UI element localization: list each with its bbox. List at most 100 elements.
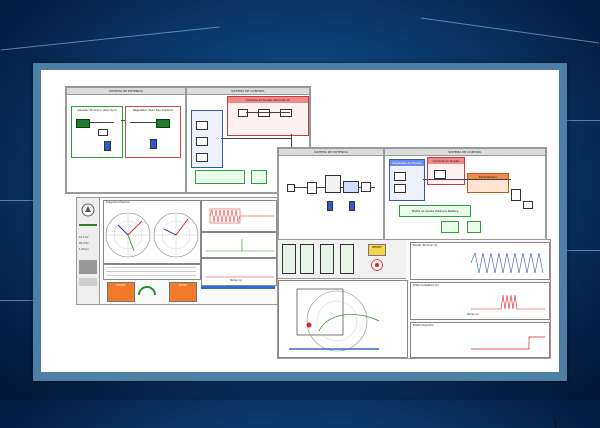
power-system-panel: SISTEMA DE POTENCIA [278,148,384,240]
meter-box [320,244,334,274]
block[interactable] [196,137,208,146]
reset-button[interactable]: RESET [368,244,386,256]
trajectory-plot[interactable] [278,280,408,358]
phasor-plot[interactable]: Diagrama Fasorial [103,200,201,264]
control-system-panel: SISTEMA DE CONTROL Regulador de Tensão C… [384,148,546,240]
transfer-block[interactable] [280,109,292,117]
progress-bar[interactable] [201,286,275,289]
transformer-block[interactable] [325,175,341,193]
voltage-control-subsystem[interactable]: Controle de Tensão [427,157,465,185]
waveform-plot-current[interactable] [201,232,277,258]
subsystem-label: Malha de Ajuste Potência Reativa [411,209,459,213]
slide-canvas: SISTEMA DE POTENCIA Gerador Síncrono (Ge… [41,70,559,428]
block[interactable] [434,170,446,179]
sum-block[interactable] [258,109,270,117]
block[interactable] [394,172,406,181]
dashboard-left: 10.5 kV 60.0 Hz 1.00 pu Diagrama Fasoria… [76,197,278,305]
meter-bar [79,260,97,274]
subsystem-label: Regulador (Gen Syn Control) [132,108,174,112]
stop-button[interactable]: STOP [169,282,197,302]
status-value: 10.5 kV [79,236,89,239]
voltage-regulator-subsystem[interactable]: Regulador de Tensão [389,159,425,201]
subsystem-label: Gerador Síncrono (Gen Syn) [77,108,117,112]
waveform [470,251,544,274]
panel-title: SISTEMA DE CONTROL [385,149,545,156]
wire [246,112,290,113]
block[interactable] [523,201,533,209]
reactive-power-plot[interactable]: Potência Reativa (Q) Tempo (s) [410,282,550,320]
text-cursor [555,419,556,428]
wire [88,122,114,123]
background-streak [420,17,600,44]
meter-bar [79,278,97,286]
meter-box [340,244,354,274]
breaker-block[interactable] [307,182,317,194]
block[interactable] [394,184,406,193]
diagram-top-left: SISTEMA DE POTENCIA Gerador Síncrono (Ge… [65,86,311,194]
background-streak [0,300,36,301]
gain-block[interactable] [238,109,248,117]
trajectory [289,288,380,352]
panel-title: SISTEMA DE CONTROL [187,88,309,95]
power-system-panel: SISTEMA DE POTENCIA Gerador Síncrono (Ge… [66,87,186,193]
green-subsystem[interactable] [467,221,481,233]
regulator-subsystem[interactable]: Regulador (Gen Syn Control) [125,106,181,158]
green-subsystem[interactable] [195,170,245,184]
diagram-top-right: SISTEMA DE POTENCIA SISTEMA DE CONTROL R… [277,147,547,241]
block[interactable] [511,189,521,201]
source-block[interactable] [287,184,295,192]
wire [221,138,291,139]
waveform-plot-status[interactable]: Tempo (s) [201,258,277,286]
table-row [106,275,196,276]
dashboard-right: RESET Tensão Terminal (V) Potência Reati… [277,239,551,359]
subsystem-label: Controle de Tensão [428,158,464,164]
status-bar [79,224,97,226]
gauge-icon [138,286,156,296]
generator-block[interactable] [156,119,170,128]
waveform [471,294,545,310]
scope-block[interactable] [150,139,157,149]
breaker-state-plot[interactable]: Estado Disjuntor [410,322,550,358]
stabilizer-subsystem[interactable]: Estabilizador [467,173,509,193]
scope-block[interactable] [327,201,333,211]
wire [423,179,511,180]
subsystem-label: Controle de Tensão Terminal (V) [228,97,308,103]
waveform [209,208,274,224]
background-streak [565,120,600,121]
scope-block[interactable] [349,201,355,211]
wire [130,122,156,123]
scope-block[interactable] [104,141,111,151]
shield-icon [81,203,95,217]
axis-label: Tempo (s) [467,313,479,316]
measure-block[interactable] [98,129,108,136]
waveform-plot-voltage[interactable] [201,200,277,232]
wire [121,120,125,121]
waveform [471,336,545,350]
slide-frame: SISTEMA DE POTENCIA Gerador Síncrono (Ge… [33,63,567,428]
status-value: 1.00 pu [79,248,89,251]
reactive-power-subsystem[interactable]: Malha de Ajuste Potência Reativa [399,205,471,217]
green-subsystem[interactable] [441,221,459,233]
phasor-diagram [105,212,199,258]
block[interactable] [196,153,208,162]
line-block[interactable] [343,181,359,193]
generator-subsystem[interactable]: Gerador Síncrono (Gen Syn) [71,106,123,158]
measurement-subsystem[interactable] [191,110,223,168]
panel-title: SISTEMA DE POTENCIA [67,88,185,95]
background-streak [0,26,220,51]
status-value: 60.0 Hz [79,242,89,245]
generator-block[interactable] [76,119,90,128]
panel-title: SISTEMA DE POTENCIA [279,149,383,156]
voltage-control-subsystem[interactable]: Controle de Tensão Terminal (V) [227,96,309,136]
green-subsystem[interactable] [251,170,267,184]
block[interactable] [196,121,208,130]
status-column: 10.5 kV 60.0 Hz 1.00 pu [77,198,100,304]
voltage-plot[interactable]: Tensão Terminal (V) [410,242,550,280]
table-row [106,267,196,268]
meter-box [282,244,296,274]
axis-label: Tempo (s) [230,279,242,282]
start-button[interactable]: START [107,282,135,302]
load-block[interactable] [361,182,371,192]
circle-scope-icon [371,259,383,271]
values-table [103,264,201,280]
